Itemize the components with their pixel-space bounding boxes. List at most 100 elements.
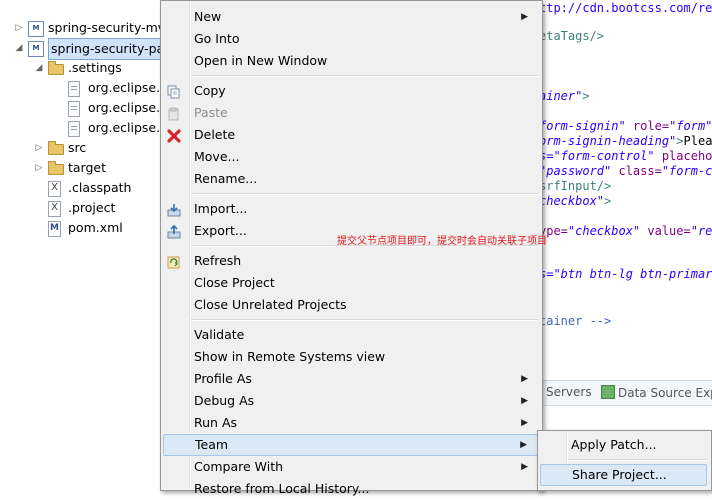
- tree-item[interactable]: ▷ target: [0, 158, 170, 178]
- project-explorer: ▷ Mspring-security-mv ◢ Mspring-security-pa…: [0, 0, 173, 489]
- code-line: ttp://cdn.bootcss.com/res: [539, 0, 712, 16]
- folder-open-icon: [48, 61, 64, 75]
- export-icon: [167, 224, 181, 239]
- maven-project-icon: M: [28, 21, 44, 37]
- code-token: checkbox": [539, 194, 605, 208]
- menu-item-run-as[interactable]: Run As ▶: [163, 412, 538, 434]
- file-icon: [68, 81, 80, 97]
- menu-item-label: Rename...: [194, 171, 258, 186]
- code-line: s="form-control" placehol: [539, 148, 712, 164]
- menu-item-move[interactable]: Move...: [163, 146, 538, 168]
- code-token: srfInput/>: [539, 179, 612, 193]
- code-token: placehol: [661, 149, 712, 163]
- submenu-arrow-icon: ▶: [521, 12, 528, 22]
- menu-item-label: Paste: [194, 105, 228, 120]
- folder-icon: [48, 141, 64, 155]
- menu-item-close-project[interactable]: Close Project: [163, 272, 538, 294]
- menu-item-rename[interactable]: Rename...: [163, 168, 538, 190]
- menu-item-team[interactable]: Team ▶: [163, 434, 538, 456]
- submenu-item-apply-patch[interactable]: Apply Patch...: [540, 434, 707, 456]
- tree-item-label: pom.xml: [68, 220, 123, 235]
- menu-item-new[interactable]: New ▶: [163, 6, 538, 28]
- data-source-explorer-icon: [601, 385, 615, 399]
- tree-item-label: .classpath: [68, 180, 132, 195]
- menu-item-delete[interactable]: Delete: [163, 124, 538, 146]
- menu-item-label: Compare With: [194, 459, 284, 474]
- code-line: form-signin" role="form": [539, 118, 712, 134]
- tree-item-label: spring-security-mv: [48, 20, 166, 35]
- collapsed-arrow-icon[interactable]: ▷: [14, 18, 24, 38]
- code-line: orm-signin-heading">Pleas: [539, 133, 712, 149]
- code-token: orm-signin-heading": [539, 134, 677, 148]
- submenu-arrow-icon: ▶: [521, 374, 528, 384]
- menu-item-validate[interactable]: Validate: [163, 324, 538, 346]
- menu-item-label: Import...: [194, 201, 248, 216]
- menu-item-label: Close Unrelated Projects: [194, 297, 347, 312]
- code-line: s="btn btn-lg btn-primary: [539, 266, 712, 282]
- views-tab-label: Servers: [546, 385, 592, 399]
- tree-item[interactable]: X .project: [0, 198, 170, 218]
- menu-item-label: Debug As: [194, 393, 255, 408]
- tree-item[interactable]: Mpom.xml: [0, 218, 170, 238]
- submenu-arrow-icon: ▶: [521, 418, 528, 428]
- submenu-arrow-icon: ▶: [521, 396, 528, 406]
- submenu-item-share-project[interactable]: Share Project...: [540, 464, 707, 486]
- expanded-arrow-icon[interactable]: ◢: [14, 38, 24, 58]
- tree-item-label: .project: [68, 200, 116, 215]
- menu-item-label: Refresh: [194, 253, 242, 268]
- menu-item-import[interactable]: Import...: [163, 198, 538, 220]
- menu-item-label: Team: [195, 437, 229, 452]
- menu-item-copy[interactable]: Copy: [163, 80, 538, 102]
- views-tab-servers[interactable]: Servers: [537, 385, 592, 399]
- submenu-arrow-icon: ▶: [521, 462, 528, 472]
- code-token: class=: [611, 164, 662, 178]
- folder-icon: [48, 161, 64, 175]
- tree-item[interactable]: ▷ src: [0, 138, 170, 158]
- tree-item-label: spring-security-par: [48, 38, 173, 60]
- submenu-arrow-icon: ▶: [520, 440, 527, 450]
- code-editor[interactable]: ttp://cdn.bootcss.com/res etaTags/> ainer"…: [535, 0, 712, 380]
- xml-file-icon: X: [48, 181, 61, 197]
- menu-item-open-in-new-window[interactable]: Open in New Window: [163, 50, 538, 72]
- maven-file-icon: M: [48, 221, 61, 237]
- tree-item-label: .settings: [68, 60, 122, 75]
- tree-item[interactable]: ▷ Mspring-security-mv: [0, 18, 170, 38]
- collapsed-arrow-icon[interactable]: ▷: [34, 158, 44, 178]
- xml-file-icon: X: [48, 201, 61, 217]
- code-token: s="form-control": [539, 149, 655, 163]
- menu-item-profile-as[interactable]: Profile As ▶: [163, 368, 538, 390]
- code-token: >: [582, 89, 590, 103]
- code-token: value=: [640, 224, 691, 238]
- views-tab-data-source-exp[interactable]: Data Source Exp: [601, 385, 712, 400]
- menu-item-label: Profile As: [194, 371, 252, 386]
- menu-item-restore-from-local-history[interactable]: Restore from Local History...: [163, 478, 538, 500]
- menu-item-go-into[interactable]: Go Into: [163, 28, 538, 50]
- tree-item[interactable]: ◢ Mspring-security-par: [0, 38, 173, 60]
- code-line: srfInput/>: [539, 178, 611, 194]
- delete-icon: [167, 128, 181, 143]
- paste-icon: [167, 106, 181, 121]
- menu-item-label: Move...: [194, 149, 240, 164]
- menu-item-debug-as[interactable]: Debug As ▶: [163, 390, 538, 412]
- menu-item-show-in-remote-systems-view[interactable]: Show in Remote Systems view: [163, 346, 538, 368]
- tree-item[interactable]: X .classpath: [0, 178, 170, 198]
- tree-item[interactable]: org.eclipse.c: [0, 78, 170, 98]
- collapsed-arrow-icon[interactable]: ▷: [34, 138, 44, 158]
- tree-item-label: org.eclipse.j: [88, 100, 164, 115]
- code-token: "checkbox": [567, 224, 641, 238]
- tree-item-label: org.eclipse.c: [88, 80, 167, 95]
- expanded-arrow-icon[interactable]: ◢: [34, 58, 44, 78]
- menu-item-close-unrelated-projects[interactable]: Close Unrelated Projects: [163, 294, 538, 316]
- code-token: >: [676, 134, 684, 148]
- views-tab-bar: Servers Data Source Exp: [535, 381, 712, 406]
- menu-item-label: Copy: [194, 83, 226, 98]
- code-token: etaTags/>: [539, 29, 605, 43]
- menu-item-refresh[interactable]: Refresh: [163, 250, 538, 272]
- views-tab-label: Data Source Exp: [618, 386, 712, 400]
- menu-item-label: New: [194, 9, 222, 24]
- tree-item[interactable]: org.eclipse.j: [0, 98, 170, 118]
- menu-item-compare-with[interactable]: Compare With ▶: [163, 456, 538, 478]
- tree-item[interactable]: org.eclipse.r: [0, 118, 170, 138]
- tree-item[interactable]: ◢ .settings: [0, 58, 170, 78]
- code-token: s="btn btn-lg btn-primary: [539, 267, 712, 281]
